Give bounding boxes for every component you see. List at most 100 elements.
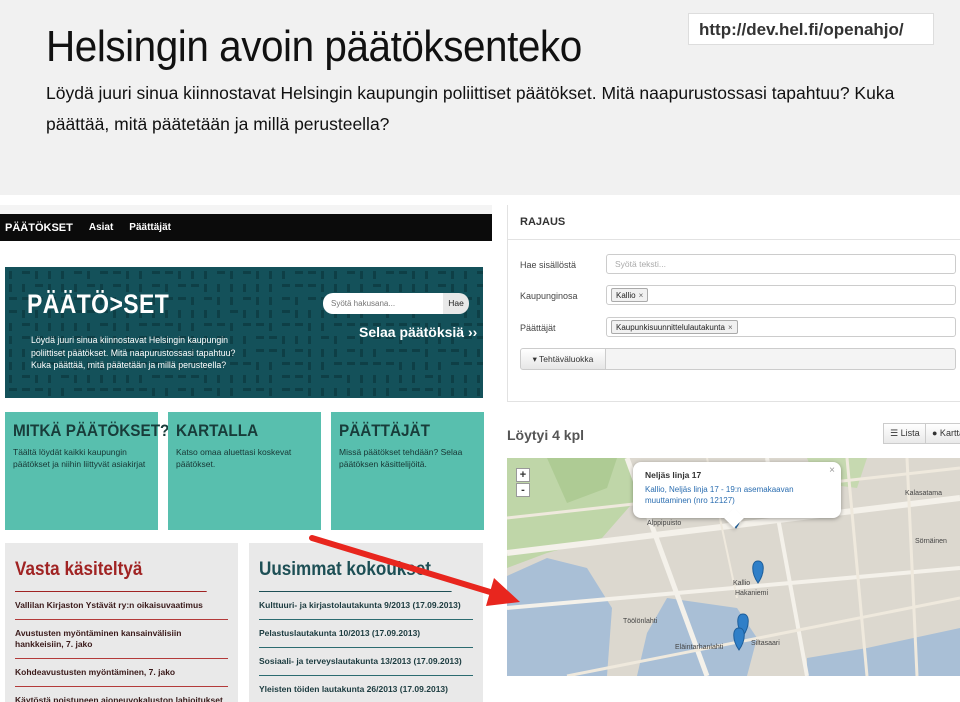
pattern-mark xyxy=(256,297,259,305)
list-item[interactable]: Avustusten myöntäminen kansainvälisiin h… xyxy=(15,620,228,659)
task-class-button[interactable]: ▾ Tehtäväluokka xyxy=(520,348,606,370)
list-item[interactable]: Sosiaali- ja terveyslautakunta 13/2013 (… xyxy=(259,648,473,676)
tile-text: Missä päätökset tehdään? Selaa päätöksen… xyxy=(339,447,463,469)
pattern-mark xyxy=(139,271,142,279)
decider-chip[interactable]: Kaupunkisuunnittelulautakunta × xyxy=(611,320,738,334)
pattern-mark xyxy=(61,323,64,331)
pattern-mark xyxy=(373,271,376,279)
pattern-mark xyxy=(256,310,259,318)
district-chip[interactable]: Kallio × xyxy=(611,288,649,302)
list-item[interactable]: Kulttuuri- ja kirjastolautakunta 9/2013 … xyxy=(259,592,473,620)
pattern-mark xyxy=(100,388,108,391)
browse-decisions-link[interactable]: Selaa päätöksiä ›› xyxy=(359,324,477,340)
map-label: Alppipuisto xyxy=(647,520,682,527)
pattern-mark xyxy=(243,375,246,383)
pattern-mark xyxy=(295,336,298,344)
pattern-mark xyxy=(22,271,30,274)
tile-on-map[interactable]: KARTALLA Katso omaa aluettasi koskevat p… xyxy=(168,412,321,530)
pattern-mark xyxy=(204,284,207,292)
pattern-mark xyxy=(360,271,363,279)
hero-text: Löydä juuri sinua kiinnostavat Helsingin… xyxy=(31,335,236,370)
pattern-mark xyxy=(217,310,220,318)
pattern-mark xyxy=(204,388,212,391)
map-view-button[interactable]: ● Kartta xyxy=(925,423,960,444)
pattern-mark xyxy=(477,336,483,339)
map-view-screenshot: RAJAUS Hae sisällöstä Syötä teksti... Ka… xyxy=(507,205,960,702)
pattern-mark xyxy=(308,388,311,396)
zoom-in-button[interactable]: + xyxy=(516,468,530,482)
nav-brand[interactable]: PÄÄTÖKSET xyxy=(0,222,81,234)
browser-strip xyxy=(0,205,492,214)
hero-logo: PÄÄTÖ>SET xyxy=(27,289,170,319)
hero-search-button[interactable]: Hae xyxy=(443,293,469,314)
pattern-mark xyxy=(360,388,363,396)
pattern-mark xyxy=(451,349,459,352)
tile-which-decisions[interactable]: MITKÄ PÄÄTÖKSET? Täältä löydät kaikki ka… xyxy=(5,412,169,530)
list-item[interactable]: Kohdeavustusten myöntäminen, 7. jako xyxy=(15,659,228,687)
list-item[interactable]: Yleisten töiden lautakunta 26/2013 (17.0… xyxy=(259,676,473,702)
pattern-mark xyxy=(334,323,342,326)
close-icon[interactable]: × xyxy=(829,465,835,476)
nav-item-asiat[interactable]: Asiat xyxy=(81,222,121,233)
pattern-mark xyxy=(152,271,160,274)
top-navbar: PÄÄTÖKSET Asiat Päättäjät xyxy=(0,214,492,241)
content-search-input[interactable]: Syötä teksti... xyxy=(606,254,956,274)
pattern-mark xyxy=(386,349,394,352)
zoom-out-button[interactable]: - xyxy=(516,483,530,497)
pattern-mark xyxy=(464,375,467,383)
list-item[interactable]: Käytöstä poistuneen ajoneuvokaluston lah… xyxy=(15,687,228,702)
pattern-mark xyxy=(35,284,43,287)
nav-item-paattajat[interactable]: Päättäjät xyxy=(121,222,179,233)
task-class-field[interactable] xyxy=(606,348,956,370)
pattern-mark xyxy=(269,271,272,279)
hero-search-input[interactable] xyxy=(323,293,443,314)
pattern-mark xyxy=(308,284,316,287)
pattern-mark xyxy=(412,284,415,292)
pattern-mark xyxy=(386,375,389,383)
pattern-mark xyxy=(22,362,25,370)
list-view-button[interactable]: ☰ Lista xyxy=(883,423,927,444)
pattern-mark xyxy=(451,375,454,383)
pattern-mark xyxy=(386,362,394,365)
pattern-mark xyxy=(74,375,77,383)
pattern-mark xyxy=(334,362,342,365)
chip-remove-icon[interactable]: × xyxy=(728,323,733,332)
tile-decision-makers[interactable]: PÄÄTTÄJÄT Missä päätökset tehdään? Selaa… xyxy=(331,412,484,530)
pattern-mark xyxy=(360,375,363,383)
pattern-mark xyxy=(334,388,337,396)
pattern-mark xyxy=(178,284,186,287)
district-select[interactable]: Kallio × xyxy=(606,285,956,305)
pattern-mark xyxy=(282,284,290,287)
pattern-mark xyxy=(412,388,420,391)
pattern-mark xyxy=(269,323,272,331)
pattern-mark xyxy=(217,388,220,396)
chip-remove-icon[interactable]: × xyxy=(639,291,644,300)
pattern-mark xyxy=(321,323,324,331)
pattern-mark xyxy=(477,310,480,318)
pattern-mark xyxy=(438,271,446,274)
pattern-mark xyxy=(22,388,30,391)
pattern-mark xyxy=(412,375,415,383)
popup-title: Neljäs linja 17 xyxy=(645,470,702,480)
pattern-mark xyxy=(35,375,38,383)
pattern-mark xyxy=(178,375,186,378)
pattern-mark xyxy=(9,323,12,331)
results-map[interactable]: + - Alppipuisto Kallio Hakaniemi Töölönl… xyxy=(507,458,960,676)
pattern-mark xyxy=(243,271,251,274)
map-popup: × Neljäs linja 17 Kallio, Neljäs linja 1… xyxy=(633,462,841,528)
pattern-mark xyxy=(256,336,264,339)
pattern-mark xyxy=(425,388,433,391)
popup-link[interactable]: Kallio, Neljäs linja 17 - 19:n asemakaav… xyxy=(645,484,829,506)
pattern-mark xyxy=(256,375,259,383)
pattern-mark xyxy=(191,284,199,287)
pattern-mark xyxy=(464,271,467,279)
list-item[interactable]: Pelastuslautakunta 10/2013 (17.09.2013) xyxy=(259,620,473,648)
decider-select[interactable]: Kaupunkisuunnittelulautakunta × xyxy=(606,317,956,337)
pattern-mark xyxy=(334,375,342,378)
chip-label: Kallio xyxy=(616,291,636,300)
map-label: Eläintarhanlahti xyxy=(675,644,724,651)
pattern-mark xyxy=(9,375,12,383)
pattern-mark xyxy=(48,323,51,331)
list-item[interactable]: Vallilan Kirjaston Ystävät ry:n oikaisuv… xyxy=(15,592,228,620)
url-label[interactable]: http://dev.hel.fi/openahjo/ xyxy=(688,13,934,45)
